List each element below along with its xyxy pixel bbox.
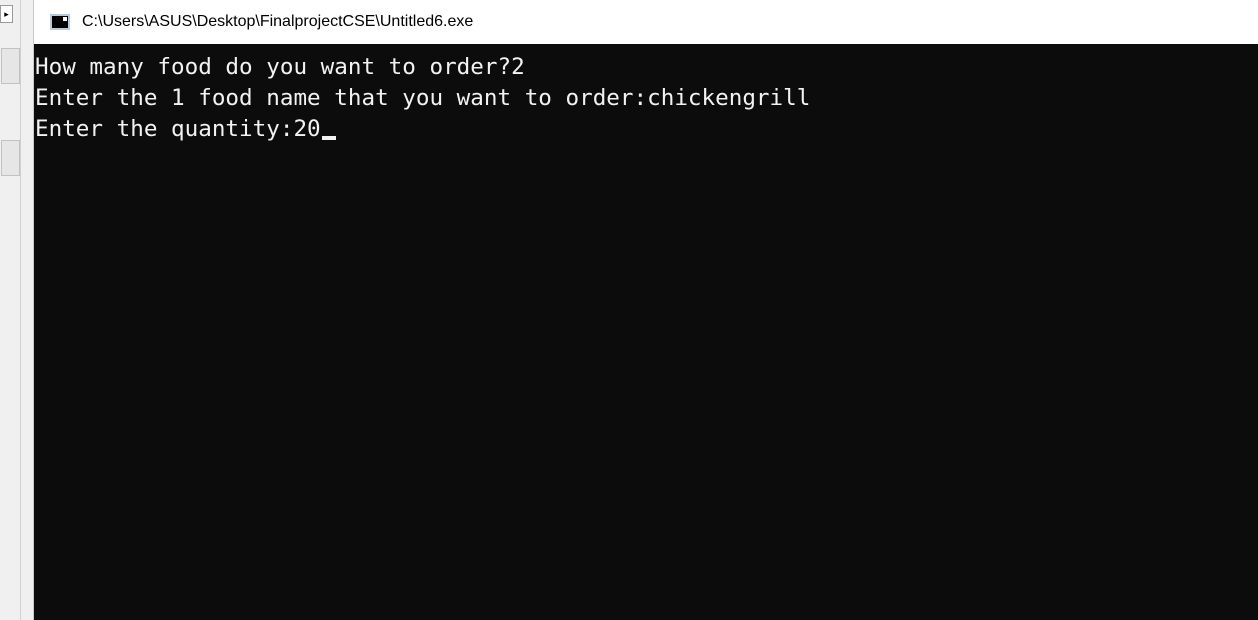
background-window-button[interactable] (1, 140, 20, 176)
background-window-button[interactable] (1, 48, 20, 84)
console-line: Enter the 1 food name that you want to o… (35, 85, 811, 111)
console-output-area[interactable]: How many food do you want to order?2 Ent… (34, 44, 1258, 620)
background-window-edge: ▸ (0, 0, 34, 620)
window-title: C:\Users\ASUS\Desktop\FinalprojectCSE\Un… (82, 13, 474, 30)
window-titlebar[interactable]: C:\Users\ASUS\Desktop\FinalprojectCSE\Un… (34, 0, 1258, 44)
console-line-text: Enter the quantity:20 (35, 116, 321, 142)
console-line: How many food do you want to order?2 (35, 54, 525, 80)
console-app-icon (50, 14, 70, 30)
text-cursor (321, 136, 336, 140)
expand-arrow-icon[interactable]: ▸ (0, 5, 13, 23)
console-input-line[interactable]: Enter the quantity:20 (35, 114, 1258, 145)
background-window-divider (20, 0, 21, 620)
